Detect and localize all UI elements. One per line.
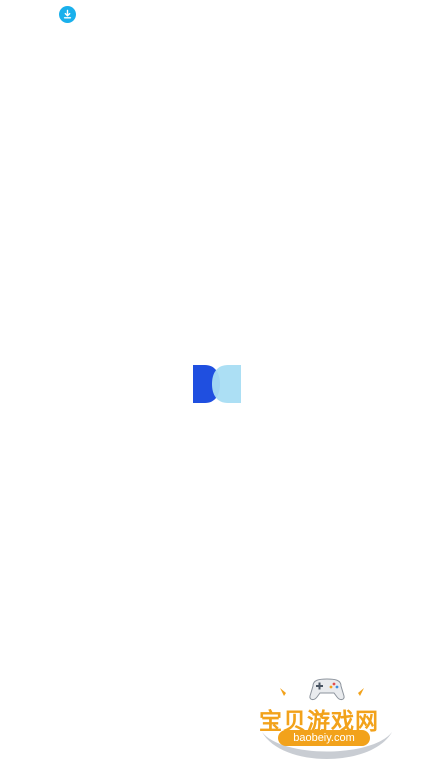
download-notification-icon: [59, 6, 76, 23]
gamepad-icon: [309, 678, 345, 700]
watermark-url: baobeiy.com: [278, 730, 370, 746]
watermark: 宝贝游戏网 baobeiy.com: [252, 672, 402, 764]
app-logo-icon: [193, 365, 241, 403]
download-icon: [63, 9, 72, 19]
splash-logo: [193, 365, 241, 403]
